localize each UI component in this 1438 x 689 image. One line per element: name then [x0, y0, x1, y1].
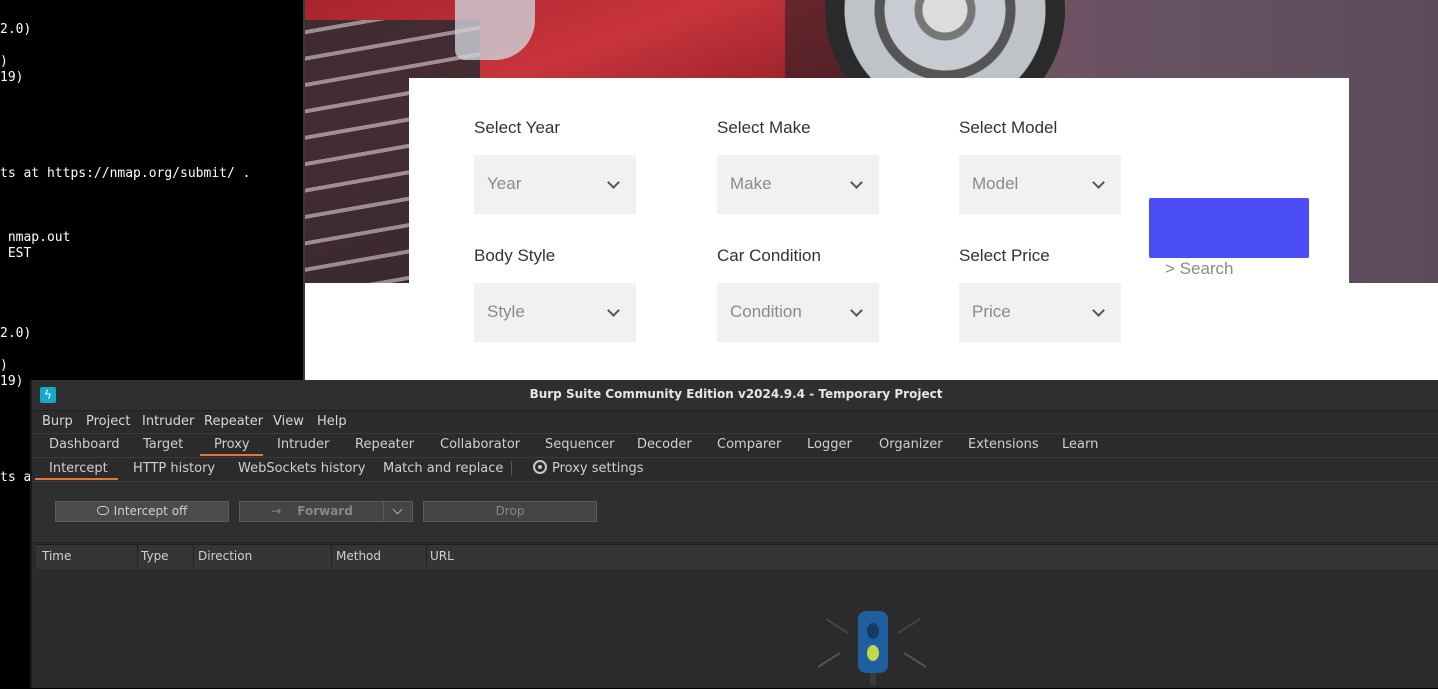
terminal-line: 2.0)	[0, 326, 32, 341]
menu-view[interactable]: View	[273, 414, 304, 429]
active-tab-indicator	[200, 454, 263, 456]
tab-proxy[interactable]: Proxy	[214, 437, 250, 452]
proxy-settings-link[interactable]: Proxy settings	[552, 461, 644, 476]
style-select[interactable]: Style	[474, 283, 636, 342]
window-title: Burp Suite Community Edition v2024.9.4 -…	[529, 387, 943, 401]
tab-decoder[interactable]: Decoder	[637, 437, 692, 452]
subtab-intercept[interactable]: Intercept	[49, 461, 108, 476]
style-label: Body Style	[474, 246, 556, 265]
tab-learn[interactable]: Learn	[1062, 437, 1098, 452]
gear-icon[interactable]	[533, 460, 547, 474]
browser-viewport: Select Year Year Select Make Make Select…	[305, 0, 1438, 380]
terminal-line: 2.0)	[0, 22, 32, 37]
search-button[interactable]	[1149, 198, 1309, 258]
column-method[interactable]: Method	[336, 549, 381, 563]
car-search-form: Select Year Year Select Make Make Select…	[409, 78, 1349, 380]
terminal-line: ts at https://nmap.org/submit/ .	[0, 166, 251, 181]
subtab-websockets-history[interactable]: WebSockets history	[238, 461, 365, 476]
forward-button[interactable]: → Forward	[239, 501, 413, 522]
column-direction[interactable]: Direction	[198, 549, 252, 563]
price-label: Select Price	[959, 246, 1050, 265]
intercept-toolbar: Intercept off → Forward Drop	[32, 482, 1438, 543]
menu-intruder[interactable]: Intruder	[142, 414, 194, 429]
chevron-down-icon	[850, 304, 863, 317]
toggle-icon	[96, 506, 109, 515]
chevron-down-icon	[607, 304, 620, 317]
subtab-http-history[interactable]: HTTP history	[133, 461, 215, 476]
intercept-table-body[interactable]	[36, 569, 1438, 688]
tab-collaborator[interactable]: Collaborator	[440, 437, 520, 452]
price-select[interactable]: Price	[959, 283, 1121, 342]
menu-repeater[interactable]: Repeater	[204, 414, 263, 429]
search-button-label[interactable]: > Search	[1165, 259, 1234, 279]
year-label: Select Year	[474, 118, 561, 137]
model-label: Select Model	[959, 118, 1058, 137]
style-select-value: Style	[487, 302, 525, 321]
tab-intruder[interactable]: Intruder	[277, 437, 329, 452]
active-subtab-indicator	[35, 478, 118, 480]
make-label: Select Make	[717, 118, 811, 137]
tab-logger[interactable]: Logger	[807, 437, 852, 452]
model-select[interactable]: Model	[959, 155, 1121, 214]
column-type[interactable]: Type	[141, 549, 169, 563]
tab-sequencer[interactable]: Sequencer	[545, 437, 614, 452]
terminal-line: nmap.out	[0, 230, 71, 245]
model-select-value: Model	[972, 174, 1019, 193]
subtab-match-and-replace[interactable]: Match and replace	[383, 461, 503, 476]
column-url[interactable]: URL	[430, 549, 454, 563]
tab-dashboard[interactable]: Dashboard	[49, 437, 120, 452]
chevron-down-icon	[607, 176, 620, 189]
terminal-line: ts a	[0, 470, 32, 485]
drop-button[interactable]: Drop	[423, 501, 597, 522]
tab-organizer[interactable]: Organizer	[879, 437, 943, 452]
intercept-toggle-label: Intercept off	[113, 504, 188, 518]
column-time[interactable]: Time	[42, 549, 71, 563]
terminal-line: EST	[0, 246, 32, 261]
year-select-value: Year	[487, 174, 522, 193]
chevron-down-icon	[850, 176, 863, 189]
intercept-toggle-button[interactable]: Intercept off	[55, 501, 229, 522]
tab-extensions[interactable]: Extensions	[968, 437, 1039, 452]
price-select-value: Price	[972, 302, 1011, 321]
condition-label: Car Condition	[717, 246, 821, 265]
condition-select-value: Condition	[730, 302, 802, 321]
title-bar[interactable]: ϟ Burp Suite Community Edition v2024.9.4…	[32, 380, 1438, 411]
separator	[511, 461, 512, 476]
chevron-down-icon[interactable]	[383, 502, 412, 521]
menu-burp[interactable]: Burp	[42, 414, 73, 429]
drop-label: Drop	[495, 504, 525, 518]
menu-help[interactable]: Help	[317, 414, 347, 429]
arrow-right-icon: →	[271, 504, 282, 518]
intercept-table-header: Time Type Direction Method URL	[36, 544, 1438, 570]
make-select[interactable]: Make	[717, 155, 879, 214]
tab-comparer[interactable]: Comparer	[717, 437, 781, 452]
tab-target[interactable]: Target	[143, 437, 183, 452]
tab-repeater[interactable]: Repeater	[355, 437, 414, 452]
menu-project[interactable]: Project	[86, 414, 130, 429]
terminal-line: 19)	[0, 70, 24, 85]
burp-window: ϟ Burp Suite Community Edition v2024.9.4…	[30, 380, 1438, 688]
chevron-down-icon	[1092, 176, 1105, 189]
terminal-line: )	[0, 54, 8, 69]
terminal-line: 19)	[0, 374, 24, 389]
proxy-sub-tabs: Intercept HTTP history WebSockets histor…	[32, 457, 1438, 482]
chevron-down-icon	[1092, 304, 1105, 317]
make-select-value: Make	[730, 174, 772, 193]
menu-bar: Burp Project Intruder Repeater View Help	[32, 411, 1438, 433]
condition-select[interactable]: Condition	[717, 283, 879, 342]
year-select[interactable]: Year	[474, 155, 636, 214]
main-tabs: Dashboard Target Proxy Intruder Repeater…	[32, 433, 1438, 458]
forward-label: Forward	[297, 504, 353, 518]
terminal-line: )	[0, 358, 8, 373]
traffic-light-icon	[818, 611, 927, 685]
